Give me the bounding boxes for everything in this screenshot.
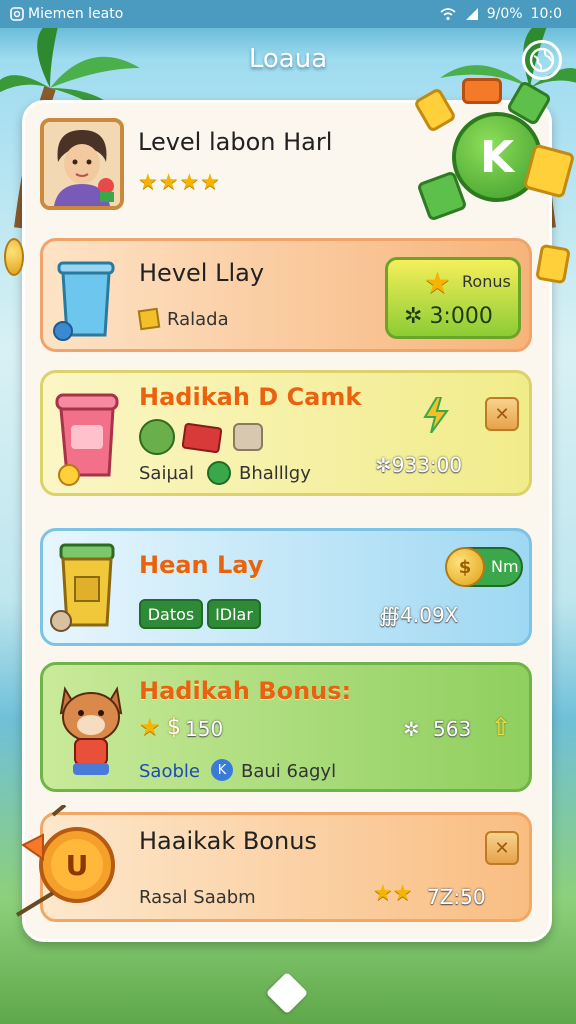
dollar-icon: $ [167,715,181,740]
page-title: Loaua [248,44,328,74]
battery-percent: 9/0% [486,6,523,22]
avatar[interactable] [40,118,124,210]
card-sub-left: Saiµal [139,463,194,484]
receipt-icon [137,307,161,331]
card-sub-right: Bhalllgy [239,463,311,484]
card-subtitle: Rasal Saabm [139,887,256,908]
k-badge-small-icon: K [211,759,233,781]
bonus-button[interactable]: ★ Ronus ✲ 3:000 [385,257,521,339]
orange-badge-icon: U [15,805,115,917]
card-hadikah-d-camk[interactable]: Hadikah D Camk Saiµal Bhalllgy ✕ ✲933:00 [40,370,532,496]
coin-icon: $ [445,547,485,587]
card-title: Hevel Llay [139,259,265,287]
card-value: 563 [433,717,472,741]
trash-bin-icon [50,543,115,632]
card-title: Haaikak Bonus [139,827,317,855]
svg-text:U: U [66,849,89,882]
card-title: Hadikah D Camk [139,383,362,411]
close-button[interactable]: ✕ [485,397,519,431]
star-icon: ★ [424,266,451,301]
yellow-gem-icon [535,243,571,285]
profile-header: Level labon Harl ★★★★ [40,118,440,218]
clover-icon: ✲ [403,717,420,741]
close-icon: ✕ [494,403,510,425]
rating-stars: ★★★★ [138,170,221,195]
orange-gem-icon [462,78,502,104]
coin-icon [4,238,24,276]
status-right: 9/0% 10:0 [439,6,562,22]
wifi-icon [440,8,456,21]
status-time: 10:0 [530,6,562,22]
lightning-icon [423,397,449,433]
coin-badge-button[interactable]: $ Nm [445,547,523,587]
drink-cup-icon [53,261,115,341]
signal-icon [465,8,478,20]
fox-character-icon [59,686,123,775]
bonus-amount-text: 3:000 [429,304,493,329]
card-sub-left: Saoble [139,761,200,782]
star-pair-icon: ★★ [373,881,413,906]
clover-icon: ✲ [404,304,430,329]
card-hadikah-bonus[interactable]: Hadikah Bonus: ★ $ 150 Saoble K Baui 6ag… [40,662,532,792]
card-hean-lay[interactable]: Hean Lay Datos IDlar $ Nm ∰4.09X [40,528,532,646]
close-button[interactable]: ✕ [485,831,519,865]
globe-button[interactable] [522,40,562,80]
avatar-portrait-icon [44,122,120,206]
bonus-amount: ✲ 3:000 [404,304,493,329]
bonus-label: Ronus [462,272,511,291]
red-card-icon [181,422,223,454]
card-title: Hadikah Bonus: [139,677,352,705]
status-left: Miemen leato [10,6,123,22]
home-nav-button[interactable] [265,971,309,1015]
close-icon: ✕ [494,837,510,859]
card-haaikak-bonus[interactable]: U Haaikak Bonus Rasal Saabm ✕ ★★ 7Z:50 [15,805,532,922]
green-check-icon [207,461,231,485]
card-value: 7Z:50 [427,885,486,909]
card-title: Hean Lay [139,551,264,579]
card-value: ✲933:00 [375,453,463,477]
card-hevel-llay[interactable]: Hevel Llay Ralada ★ Ronus ✲ 3:000 [40,238,532,352]
profile-name: Level labon Harl [138,128,333,156]
star-icon: ★ [139,713,161,741]
globe-icon [529,47,555,73]
idlar-pill[interactable]: IDlar [207,599,261,629]
coin-stack-icon [233,423,263,451]
datos-pill[interactable]: Datos [139,599,203,629]
card-sub-right: Baui 6agyl [241,761,337,782]
card-value: ∰4.09X [379,603,459,627]
red-cup-icon [55,393,119,486]
status-bar: Miemen leato 9/0% 10:0 [0,0,576,28]
status-app-label: Miemen leato [28,6,124,22]
green-ball-icon [139,419,175,455]
badge-label: Nm [491,557,519,576]
app-notification-icon [10,7,24,21]
card-subtitle: Ralada [167,309,229,330]
up-arrow-icon[interactable]: ⇧ [491,713,511,741]
coin-amount: 150 [185,717,224,741]
